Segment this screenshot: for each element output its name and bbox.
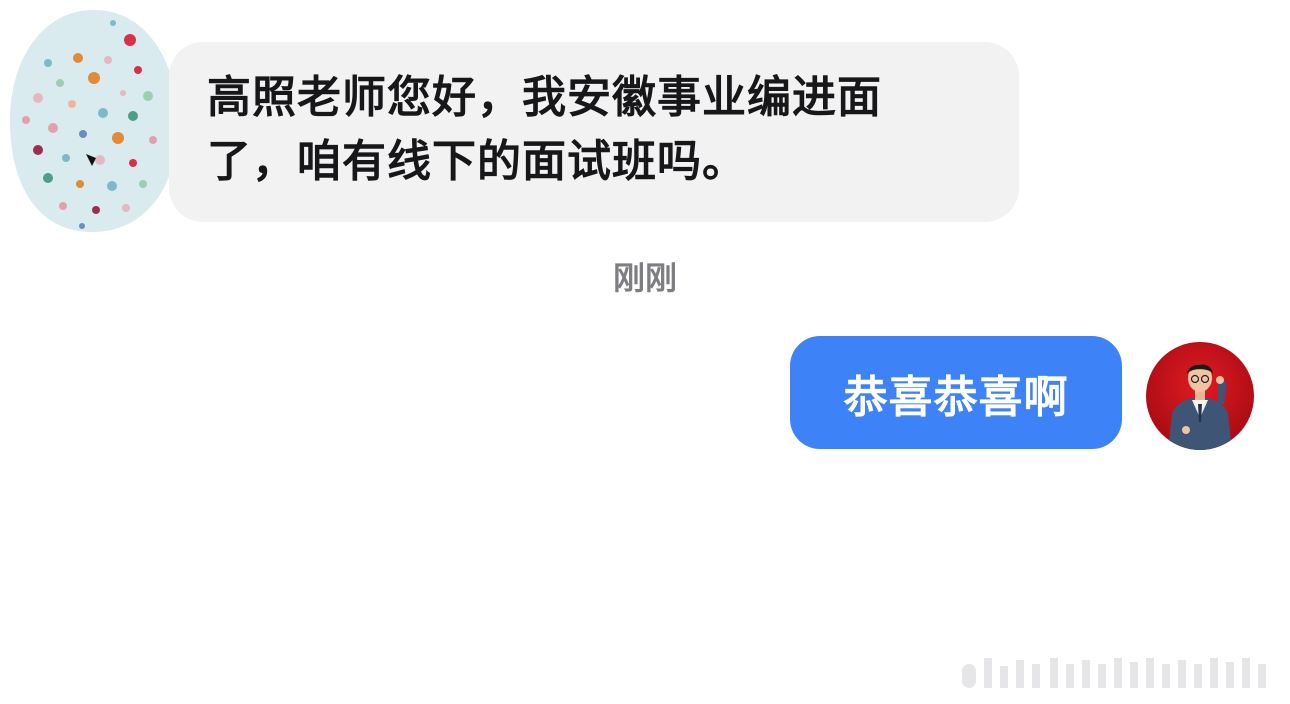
outgoing-message-text: 恭喜恭喜啊 — [843, 371, 1069, 423]
incoming-message-bubble[interactable]: 高照老师您好，我安徽事业编进面 了，咱有线下的面试班吗。 — [169, 42, 1019, 222]
incoming-message-line-2: 了，咱有线下的面试班吗。 — [207, 136, 747, 187]
message-timestamp: 刚刚 — [612, 259, 677, 297]
watermark — [958, 654, 1282, 694]
chat-screen: 高照老师您好，我安徽事业编进面 了，咱有线下的面试班吗。 刚刚 恭喜恭喜啊 — [0, 0, 1290, 704]
outgoing-message-bubble[interactable]: 恭喜恭喜啊 — [790, 336, 1122, 449]
sender-avatar[interactable] — [8, 8, 180, 234]
incoming-message-line-1: 高照老师您好，我安徽事业编进面 — [207, 72, 882, 123]
teacher-avatar[interactable] — [1146, 342, 1254, 450]
teacher-portrait-icon — [1146, 342, 1254, 450]
polka-dot-avatar-icon — [10, 10, 179, 232]
